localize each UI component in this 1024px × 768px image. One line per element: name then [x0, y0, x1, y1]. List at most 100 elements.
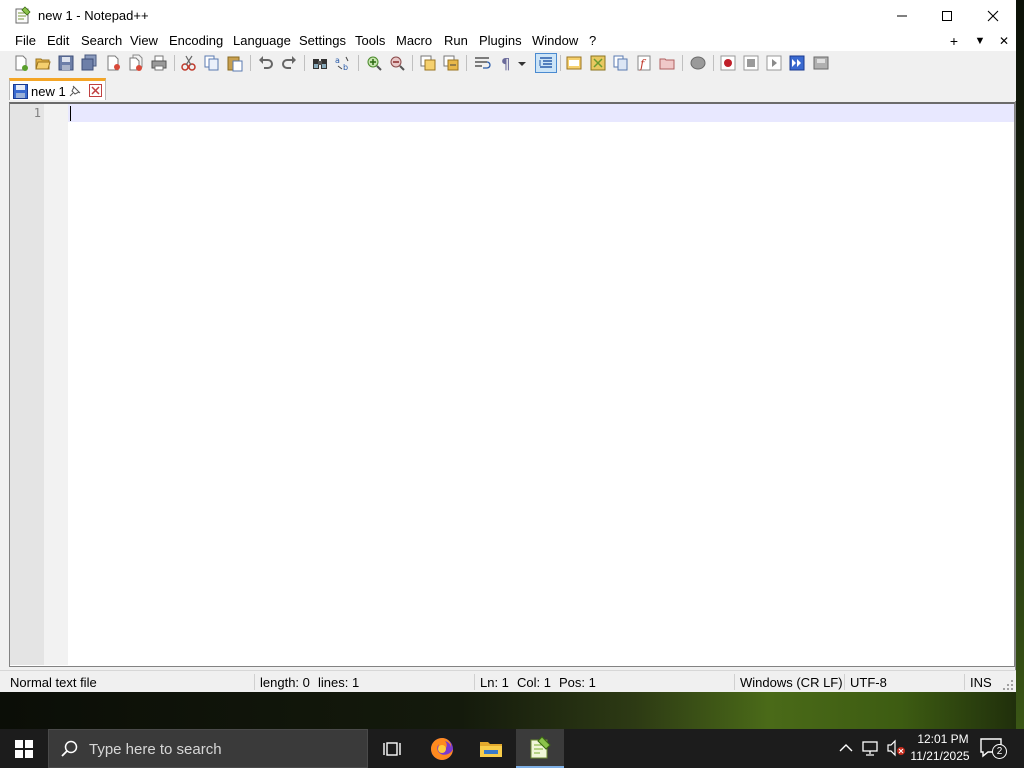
- toolbar-separator: [682, 55, 683, 71]
- taskbar-clock-time[interactable]: 12:01 PM: [913, 732, 973, 746]
- indent-guide-icon[interactable]: [535, 53, 557, 73]
- chevron-up-icon[interactable]: [839, 742, 853, 754]
- toolbar-separator: [466, 55, 467, 71]
- file-explorer-taskbar-button[interactable]: [467, 729, 515, 768]
- redo-icon[interactable]: [280, 54, 298, 72]
- save-macro-icon[interactable]: [812, 54, 830, 72]
- status-encoding[interactable]: UTF-8: [850, 675, 887, 690]
- menu-language[interactable]: Language: [233, 33, 291, 48]
- stop-recording-icon[interactable]: [742, 54, 760, 72]
- menu-file[interactable]: File: [15, 33, 36, 48]
- status-eol[interactable]: Windows (CR LF): [740, 675, 843, 690]
- volume-muted-icon[interactable]: [886, 739, 906, 757]
- menu-settings[interactable]: Settings: [299, 33, 346, 48]
- windows-logo-icon: [15, 739, 33, 758]
- doc-map-icon[interactable]: [589, 54, 607, 72]
- record-macro-icon[interactable]: [719, 54, 737, 72]
- document-list-icon[interactable]: [612, 54, 630, 72]
- desktop-wallpaper-edge: [1016, 0, 1024, 729]
- new-file-icon[interactable]: [12, 54, 30, 72]
- monitoring-icon[interactable]: [689, 54, 707, 72]
- toolbar-separator: [412, 55, 413, 71]
- save-icon[interactable]: [57, 54, 75, 72]
- menu-view[interactable]: View: [130, 33, 158, 48]
- show-all-characters-icon[interactable]: ¶: [497, 54, 515, 72]
- search-icon: [61, 740, 78, 757]
- firefox-taskbar-button[interactable]: [418, 729, 466, 768]
- undo-icon[interactable]: [257, 54, 275, 72]
- close-all-icon[interactable]: [127, 54, 145, 72]
- save-icon: [13, 84, 28, 99]
- new-tab-plus-icon[interactable]: +: [946, 32, 962, 50]
- maximize-icon: [942, 10, 952, 21]
- status-separator: [844, 674, 845, 690]
- status-column: Col: 1: [517, 675, 551, 690]
- find-icon[interactable]: [311, 54, 329, 72]
- save-all-icon[interactable]: [80, 54, 98, 72]
- status-file-type: Normal text file: [10, 675, 97, 690]
- tab-new-1[interactable]: new 1: [9, 78, 106, 100]
- menu-help[interactable]: ?: [589, 33, 596, 48]
- maximize-button[interactable]: [924, 0, 970, 31]
- menu-encoding[interactable]: Encoding: [169, 33, 223, 48]
- toolbar-separator: [304, 55, 305, 71]
- close-tab-icon[interactable]: [89, 84, 102, 97]
- play-macro-icon[interactable]: [765, 54, 783, 72]
- folder-as-workspace-icon[interactable]: [658, 54, 676, 72]
- menu-macro[interactable]: Macro: [396, 33, 432, 48]
- taskbar-search-box[interactable]: Type here to search: [48, 729, 368, 768]
- notepadpp-app-icon: [15, 6, 31, 24]
- resize-grip-icon[interactable]: [1003, 680, 1014, 691]
- line-number-margin: 1: [10, 104, 44, 665]
- word-wrap-icon[interactable]: [473, 54, 491, 72]
- taskbar-clock-date[interactable]: 11/21/2025: [907, 749, 973, 763]
- notepadpp-taskbar-button[interactable]: [516, 729, 564, 768]
- close-file-icon[interactable]: [104, 54, 122, 72]
- task-view-button[interactable]: [368, 729, 416, 768]
- editor-area[interactable]: 1: [9, 102, 1015, 667]
- function-list-icon[interactable]: f: [635, 54, 653, 72]
- notification-center-button[interactable]: 2: [976, 734, 1012, 764]
- title-bar[interactable]: new 1 - Notepad++: [0, 0, 1016, 31]
- sync-vertical-icon[interactable]: [419, 54, 437, 72]
- toolbar-separator: [713, 55, 714, 71]
- cut-icon[interactable]: [180, 54, 198, 72]
- minimize-button[interactable]: [879, 0, 925, 31]
- status-separator: [254, 674, 255, 690]
- status-line: Ln: 1: [480, 675, 509, 690]
- start-button[interactable]: [0, 729, 48, 768]
- status-lines: lines: 1: [318, 675, 360, 690]
- status-insert-mode[interactable]: INS: [970, 675, 992, 690]
- copy-icon[interactable]: [203, 54, 221, 72]
- menu-search[interactable]: Search: [81, 33, 122, 48]
- open-file-icon[interactable]: [34, 54, 52, 72]
- pin-icon[interactable]: [69, 85, 81, 97]
- fold-margin: [44, 104, 68, 665]
- chevron-down-icon[interactable]: [516, 54, 528, 72]
- sync-horizontal-icon[interactable]: [442, 54, 460, 72]
- zoom-out-icon[interactable]: [388, 54, 406, 72]
- menu-window[interactable]: Window: [532, 33, 578, 48]
- close-window-button[interactable]: [970, 0, 1016, 31]
- toolbar: ab ¶ f: [0, 51, 1016, 75]
- run-macro-multiple-icon[interactable]: [788, 54, 806, 72]
- close-document-icon[interactable]: ✕: [996, 32, 1012, 50]
- status-position: Pos: 1: [559, 675, 596, 690]
- paste-icon[interactable]: [226, 54, 244, 72]
- status-separator: [964, 674, 965, 690]
- menu-edit[interactable]: Edit: [47, 33, 69, 48]
- menu-run[interactable]: Run: [444, 33, 468, 48]
- network-icon[interactable]: [862, 739, 880, 757]
- desktop-wallpaper: [0, 692, 1024, 729]
- notepadpp-window: new 1 - Notepad++ File Edit Search View …: [0, 0, 1016, 692]
- replace-icon[interactable]: ab: [334, 54, 352, 72]
- print-icon[interactable]: [150, 54, 168, 72]
- menu-tools[interactable]: Tools: [355, 33, 385, 48]
- tab-list-dropdown-icon[interactable]: ▼: [972, 32, 988, 50]
- zoom-in-icon[interactable]: [365, 54, 383, 72]
- udl-icon[interactable]: [565, 54, 583, 72]
- firefox-icon: [431, 737, 453, 760]
- menu-plugins[interactable]: Plugins: [479, 33, 522, 48]
- toolbar-separator: [560, 55, 561, 71]
- svg-text:a: a: [335, 56, 340, 65]
